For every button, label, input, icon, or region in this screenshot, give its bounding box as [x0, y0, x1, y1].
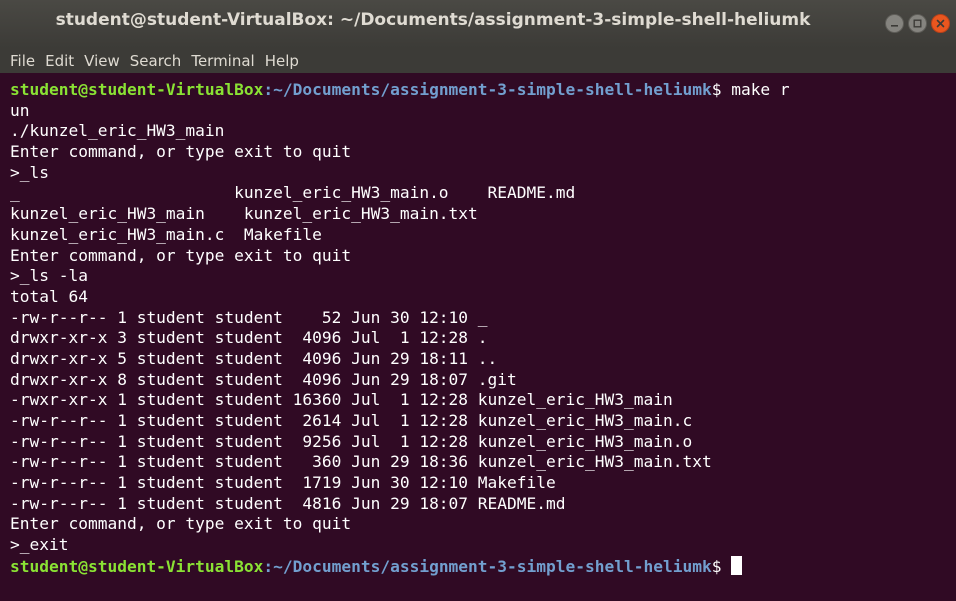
window-title: student@student-VirtualBox: ~/Documents/…: [55, 10, 811, 30]
output-line: Enter command, or type exit to quit: [10, 245, 352, 265]
output-line: -rw-r--r-- 1 student student 1719 Jun 30…: [10, 473, 556, 493]
prompt-path: :~/Documents/assignment-3-simple-shell-h…: [263, 556, 712, 576]
maximize-button[interactable]: [908, 14, 927, 33]
text-cursor: [731, 555, 743, 575]
output-line: -rw-r--r-- 1 student student 2614 Jul 1 …: [10, 411, 693, 430]
terminal-window: student@student-VirtualBox: ~/Documents/…: [0, 0, 956, 601]
minimize-button[interactable]: [885, 14, 904, 33]
output-line: Enter command, or type exit to quit: [10, 142, 352, 162]
prompt-symbol: $: [711, 80, 722, 99]
output-line: drwxr-xr-x 5 student student 4096 Jun 29…: [10, 348, 498, 368]
prompt-line: student@student-VirtualBox:~/Documents/a…: [10, 555, 956, 577]
output-line: -rw-r--r-- 1 student student 9256 Jul 1 …: [10, 431, 693, 451]
output-line: kunzel_eric_HW3_main kunzel_eric_HW3_mai…: [10, 204, 478, 224]
menu-help[interactable]: Help: [265, 52, 299, 70]
prompt-user-host: student@student-VirtualBox: [10, 80, 264, 99]
output-line: -rwxr-xr-x 1 student student 16360 Jul 1…: [10, 390, 673, 410]
output-line: -rw-r--r-- 1 student student 52 Jun 30 1…: [10, 307, 488, 327]
output-line: >_ls: [10, 162, 49, 182]
close-button[interactable]: [931, 14, 950, 33]
menu-search[interactable]: Search: [130, 52, 182, 70]
output-line: total 64: [10, 286, 88, 306]
command-text: [721, 557, 731, 576]
prompt-line: student@student-VirtualBox:~/Documents/a…: [10, 80, 956, 101]
output-line: -rw-r--r-- 1 student student 4816 Jun 29…: [10, 493, 566, 513]
title-bar[interactable]: student@student-VirtualBox: ~/Documents/…: [0, 0, 956, 48]
close-icon: [936, 19, 945, 28]
menu-edit[interactable]: Edit: [45, 52, 74, 70]
command-text: make r: [721, 80, 790, 99]
menu-terminal[interactable]: Terminal: [191, 52, 254, 70]
maximize-icon: [913, 19, 922, 28]
prompt-path: :~/Documents/assignment-3-simple-shell-h…: [263, 80, 712, 99]
terminal-output[interactable]: student@student-VirtualBox:~/Documents/a…: [0, 73, 956, 601]
prompt-user-host: student@student-VirtualBox: [10, 556, 264, 576]
output-line: _ kunzel_eric_HW3_main.o README.md: [10, 183, 576, 203]
menu-view[interactable]: View: [84, 52, 120, 70]
output-line: -rw-r--r-- 1 student student 360 Jun 29 …: [10, 452, 712, 472]
output-line: >_exit: [10, 535, 69, 555]
minimize-icon: [891, 25, 898, 27]
output-line: un: [10, 100, 30, 120]
output-line: ./kunzel_eric_HW3_main: [10, 121, 225, 141]
output-line: Enter command, or type exit to quit: [10, 514, 352, 534]
menu-file[interactable]: File: [10, 52, 35, 70]
output-line: drwxr-xr-x 8 student student 4096 Jun 29…: [10, 369, 517, 389]
prompt-symbol: $: [711, 556, 722, 576]
output-line: drwxr-xr-x 3 student student 4096 Jul 1 …: [10, 328, 488, 348]
output-line: kunzel_eric_HW3_main.c Makefile: [10, 224, 322, 244]
window-controls: [885, 14, 950, 33]
menu-bar: File Edit View Search Terminal Help: [0, 48, 956, 73]
output-line: >_ls -la: [10, 266, 88, 286]
